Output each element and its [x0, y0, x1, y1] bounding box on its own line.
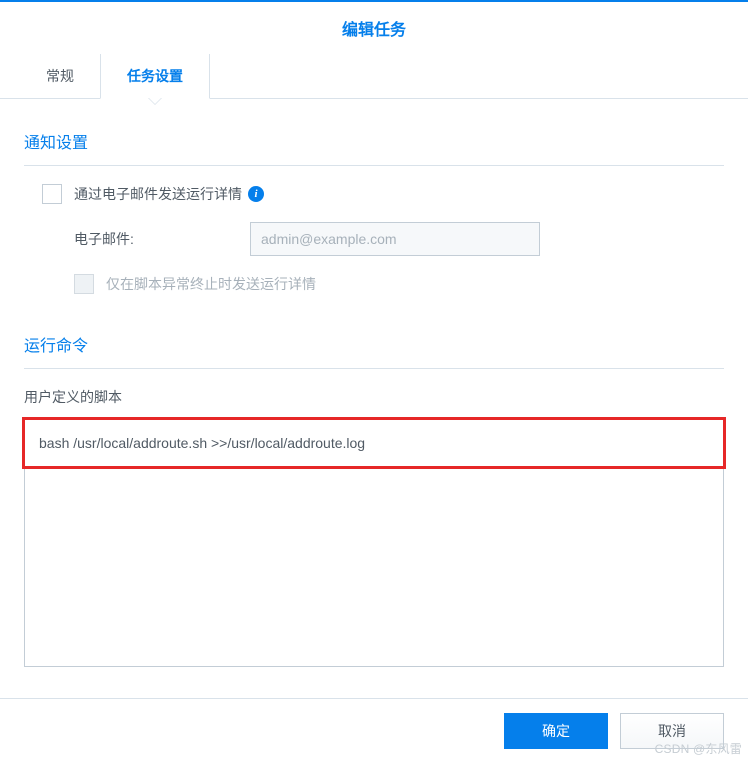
- tabs-bar: 常规 任务设置: [0, 54, 748, 99]
- dialog-footer: 确定 取消: [0, 698, 748, 763]
- label-user-script: 用户定义的脚本: [24, 387, 724, 407]
- checkbox-only-on-error: [74, 274, 94, 294]
- section-notify-settings: 通知设置: [24, 119, 724, 166]
- dialog-header: 编辑任务: [0, 0, 748, 54]
- checkbox-send-email[interactable]: [42, 184, 62, 204]
- section-run-command: 运行命令: [24, 322, 724, 369]
- label-send-email: 通过电子邮件发送运行详情: [74, 184, 242, 204]
- dialog-title: 编辑任务: [342, 22, 406, 39]
- label-email: 电子邮件:: [74, 229, 250, 249]
- script-wrapper: [24, 419, 724, 670]
- row-send-email: 通过电子邮件发送运行详情 i: [42, 184, 724, 204]
- email-field[interactable]: [250, 222, 540, 256]
- content-area: 通知设置 通过电子邮件发送运行详情 i 电子邮件: 仅在脚本异常终止时发送运行详…: [0, 99, 748, 680]
- info-icon[interactable]: i: [248, 186, 264, 202]
- ok-button[interactable]: 确定: [504, 713, 608, 749]
- row-email: 电子邮件:: [74, 222, 724, 256]
- tab-task-settings[interactable]: 任务设置: [100, 54, 210, 99]
- label-only-on-error: 仅在脚本异常终止时发送运行详情: [106, 274, 316, 294]
- tab-general[interactable]: 常规: [20, 54, 100, 98]
- user-script-textarea[interactable]: [24, 419, 724, 667]
- row-only-on-error: 仅在脚本异常终止时发送运行详情: [74, 274, 724, 294]
